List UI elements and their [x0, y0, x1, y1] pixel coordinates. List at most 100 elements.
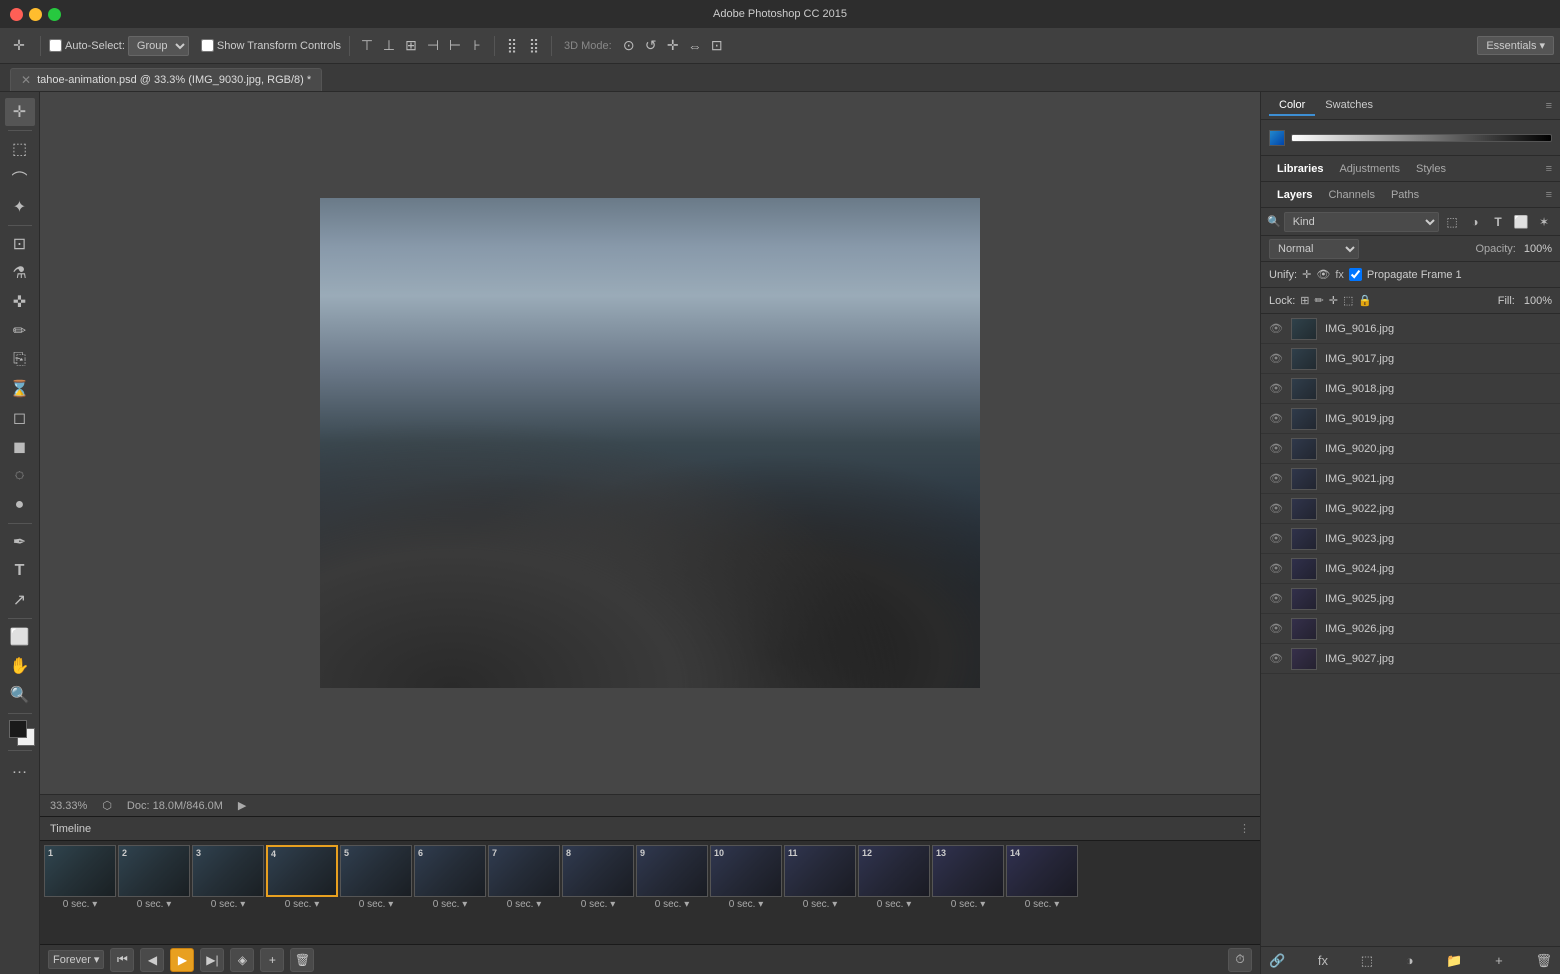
layer-row[interactable]: 👁IMG_9019.jpg: [1261, 404, 1560, 434]
blur-tool-btn[interactable]: ◌: [5, 462, 35, 490]
first-frame-btn[interactable]: ⏮: [110, 948, 134, 972]
filter-shape-icon[interactable]: ⬜: [1511, 212, 1531, 232]
frame-item-10[interactable]: 100 sec. ▾: [710, 845, 782, 910]
frame-item-5[interactable]: 50 sec. ▾: [340, 845, 412, 910]
layer-visibility-icon[interactable]: 👁: [1269, 412, 1283, 425]
paths-tab[interactable]: Paths: [1383, 187, 1427, 203]
layer-row[interactable]: 👁IMG_9023.jpg: [1261, 524, 1560, 554]
layer-visibility-icon[interactable]: 👁: [1269, 622, 1283, 635]
frame-item-1[interactable]: 10 sec. ▾: [44, 845, 116, 910]
more-info-arrow[interactable]: ▶: [238, 799, 246, 812]
more-tools-btn[interactable]: …: [5, 755, 35, 783]
layer-visibility-icon[interactable]: 👁: [1269, 592, 1283, 605]
canvas-area[interactable]: 33.33% ⬡ Doc: 18.0M/846.0M ▶: [40, 92, 1260, 816]
shape-tool-btn[interactable]: ⬜: [5, 623, 35, 651]
align-bottom-icon[interactable]: ⊞: [402, 37, 420, 55]
unify-style-icon[interactable]: fx: [1335, 269, 1344, 281]
tween-btn[interactable]: ◈: [230, 948, 254, 972]
layer-link-icon[interactable]: 🔗: [1269, 953, 1285, 969]
frame-delay-9[interactable]: 0 sec. ▾: [655, 899, 689, 910]
frame-item-14[interactable]: 140 sec. ▾: [1006, 845, 1078, 910]
frame-item-7[interactable]: 70 sec. ▾: [488, 845, 560, 910]
filter-smart-icon[interactable]: ✶: [1534, 212, 1554, 232]
frame-delay-14[interactable]: 0 sec. ▾: [1025, 899, 1059, 910]
frame-item-9[interactable]: 90 sec. ▾: [636, 845, 708, 910]
dist-horiz-icon[interactable]: ⣿: [503, 37, 521, 55]
frame-delay-6[interactable]: 0 sec. ▾: [433, 899, 467, 910]
layer-group-icon[interactable]: 📁: [1446, 953, 1462, 969]
three-d-pan-icon[interactable]: ✛: [664, 37, 682, 55]
propagate-checkbox[interactable]: [1349, 268, 1362, 281]
unify-position-icon[interactable]: ✛: [1302, 268, 1311, 281]
window-controls[interactable]: [10, 8, 61, 21]
lock-all-icon[interactable]: 🔒: [1358, 294, 1372, 307]
layer-row[interactable]: 👁IMG_9022.jpg: [1261, 494, 1560, 524]
layer-visibility-icon[interactable]: 👁: [1269, 322, 1283, 335]
healing-tool-btn[interactable]: ✜: [5, 288, 35, 316]
auto-select-type[interactable]: Group Layer: [128, 36, 189, 56]
gradient-tool-btn[interactable]: ◼: [5, 433, 35, 461]
lasso-tool-btn[interactable]: ⌒: [5, 164, 35, 192]
layer-row[interactable]: 👁IMG_9018.jpg: [1261, 374, 1560, 404]
layer-visibility-icon[interactable]: 👁: [1269, 352, 1283, 365]
layer-row[interactable]: 👁IMG_9026.jpg: [1261, 614, 1560, 644]
path-tool-btn[interactable]: ↗: [5, 586, 35, 614]
align-right-icon[interactable]: ⊦: [468, 37, 486, 55]
color-panel-menu[interactable]: ≡: [1546, 100, 1552, 112]
loop-select[interactable]: Forever ▾: [48, 950, 104, 969]
brush-tool-btn[interactable]: ✏: [5, 317, 35, 345]
layer-style-icon[interactable]: fx: [1318, 953, 1328, 968]
layer-new-icon[interactable]: +: [1495, 953, 1503, 968]
channels-tab[interactable]: Channels: [1320, 187, 1382, 203]
layer-visibility-icon[interactable]: 👁: [1269, 382, 1283, 395]
layer-row[interactable]: 👁IMG_9020.jpg: [1261, 434, 1560, 464]
wand-tool-btn[interactable]: ✦: [5, 193, 35, 221]
timeline-content[interactable]: 10 sec. ▾20 sec. ▾30 sec. ▾40 sec. ▾50 s…: [40, 841, 1260, 944]
dist-vert-icon[interactable]: ⣿: [525, 37, 543, 55]
layer-visibility-icon[interactable]: 👁: [1269, 562, 1283, 575]
frame-item-6[interactable]: 60 sec. ▾: [414, 845, 486, 910]
layer-row[interactable]: 👁IMG_9025.jpg: [1261, 584, 1560, 614]
maximize-button[interactable]: [48, 8, 61, 21]
filter-pixel-icon[interactable]: ⬚: [1442, 212, 1462, 232]
crop-tool-btn[interactable]: ⊡: [5, 230, 35, 258]
three-d-icon[interactable]: ⊙: [620, 37, 638, 55]
auto-select-checkbox[interactable]: Auto-Select: Group Layer: [49, 36, 189, 56]
move-tool-btn[interactable]: ✛: [5, 98, 35, 126]
frame-delay-1[interactable]: 0 sec. ▾: [63, 899, 97, 910]
blend-mode-select[interactable]: Normal: [1269, 239, 1359, 259]
move-tool[interactable]: ✛: [6, 35, 32, 57]
align-vcenter-icon[interactable]: ⊥: [380, 37, 398, 55]
history-tool-btn[interactable]: ⌛: [5, 375, 35, 403]
kind-select[interactable]: Kind: [1284, 212, 1439, 232]
align-top-icon[interactable]: ⊤: [358, 37, 376, 55]
marquee-tool-btn[interactable]: ⬚: [5, 135, 35, 163]
frame-item-13[interactable]: 130 sec. ▾: [932, 845, 1004, 910]
layer-delete-icon[interactable]: 🗑: [1535, 953, 1552, 969]
foreground-swatch[interactable]: [9, 720, 27, 738]
align-left-icon[interactable]: ⊣: [424, 37, 442, 55]
frame-delay-10[interactable]: 0 sec. ▾: [729, 899, 763, 910]
frame-item-3[interactable]: 30 sec. ▾: [192, 845, 264, 910]
frame-delay-11[interactable]: 0 sec. ▾: [803, 899, 837, 910]
lock-brush-icon[interactable]: ✏: [1315, 294, 1324, 307]
frame-item-8[interactable]: 80 sec. ▾: [562, 845, 634, 910]
frame-delay-8[interactable]: 0 sec. ▾: [581, 899, 615, 910]
frame-delay-7[interactable]: 0 sec. ▾: [507, 899, 541, 910]
lock-move-icon[interactable]: ✛: [1329, 294, 1338, 307]
three-d-scale-icon[interactable]: ⊡: [708, 37, 726, 55]
swatches-tab[interactable]: Swatches: [1315, 96, 1383, 116]
lock-pixels-icon[interactable]: ⊞: [1300, 294, 1309, 307]
libraries-tab[interactable]: Libraries: [1269, 161, 1331, 177]
eyedropper-tool-btn[interactable]: ⚗: [5, 259, 35, 287]
dodge-tool-btn[interactable]: ●: [5, 491, 35, 519]
timeline-menu-icon[interactable]: ⋮: [1239, 822, 1250, 835]
frame-delay-2[interactable]: 0 sec. ▾: [137, 899, 171, 910]
color-preview[interactable]: [1269, 130, 1285, 146]
pen-tool-btn[interactable]: ✒: [5, 528, 35, 556]
frame-delay-3[interactable]: 0 sec. ▾: [211, 899, 245, 910]
color-swatch-area[interactable]: [7, 718, 35, 746]
next-frame-btn[interactable]: ▶|: [200, 948, 224, 972]
hand-tool-btn[interactable]: ✋: [5, 652, 35, 680]
prev-frame-btn[interactable]: ◀: [140, 948, 164, 972]
